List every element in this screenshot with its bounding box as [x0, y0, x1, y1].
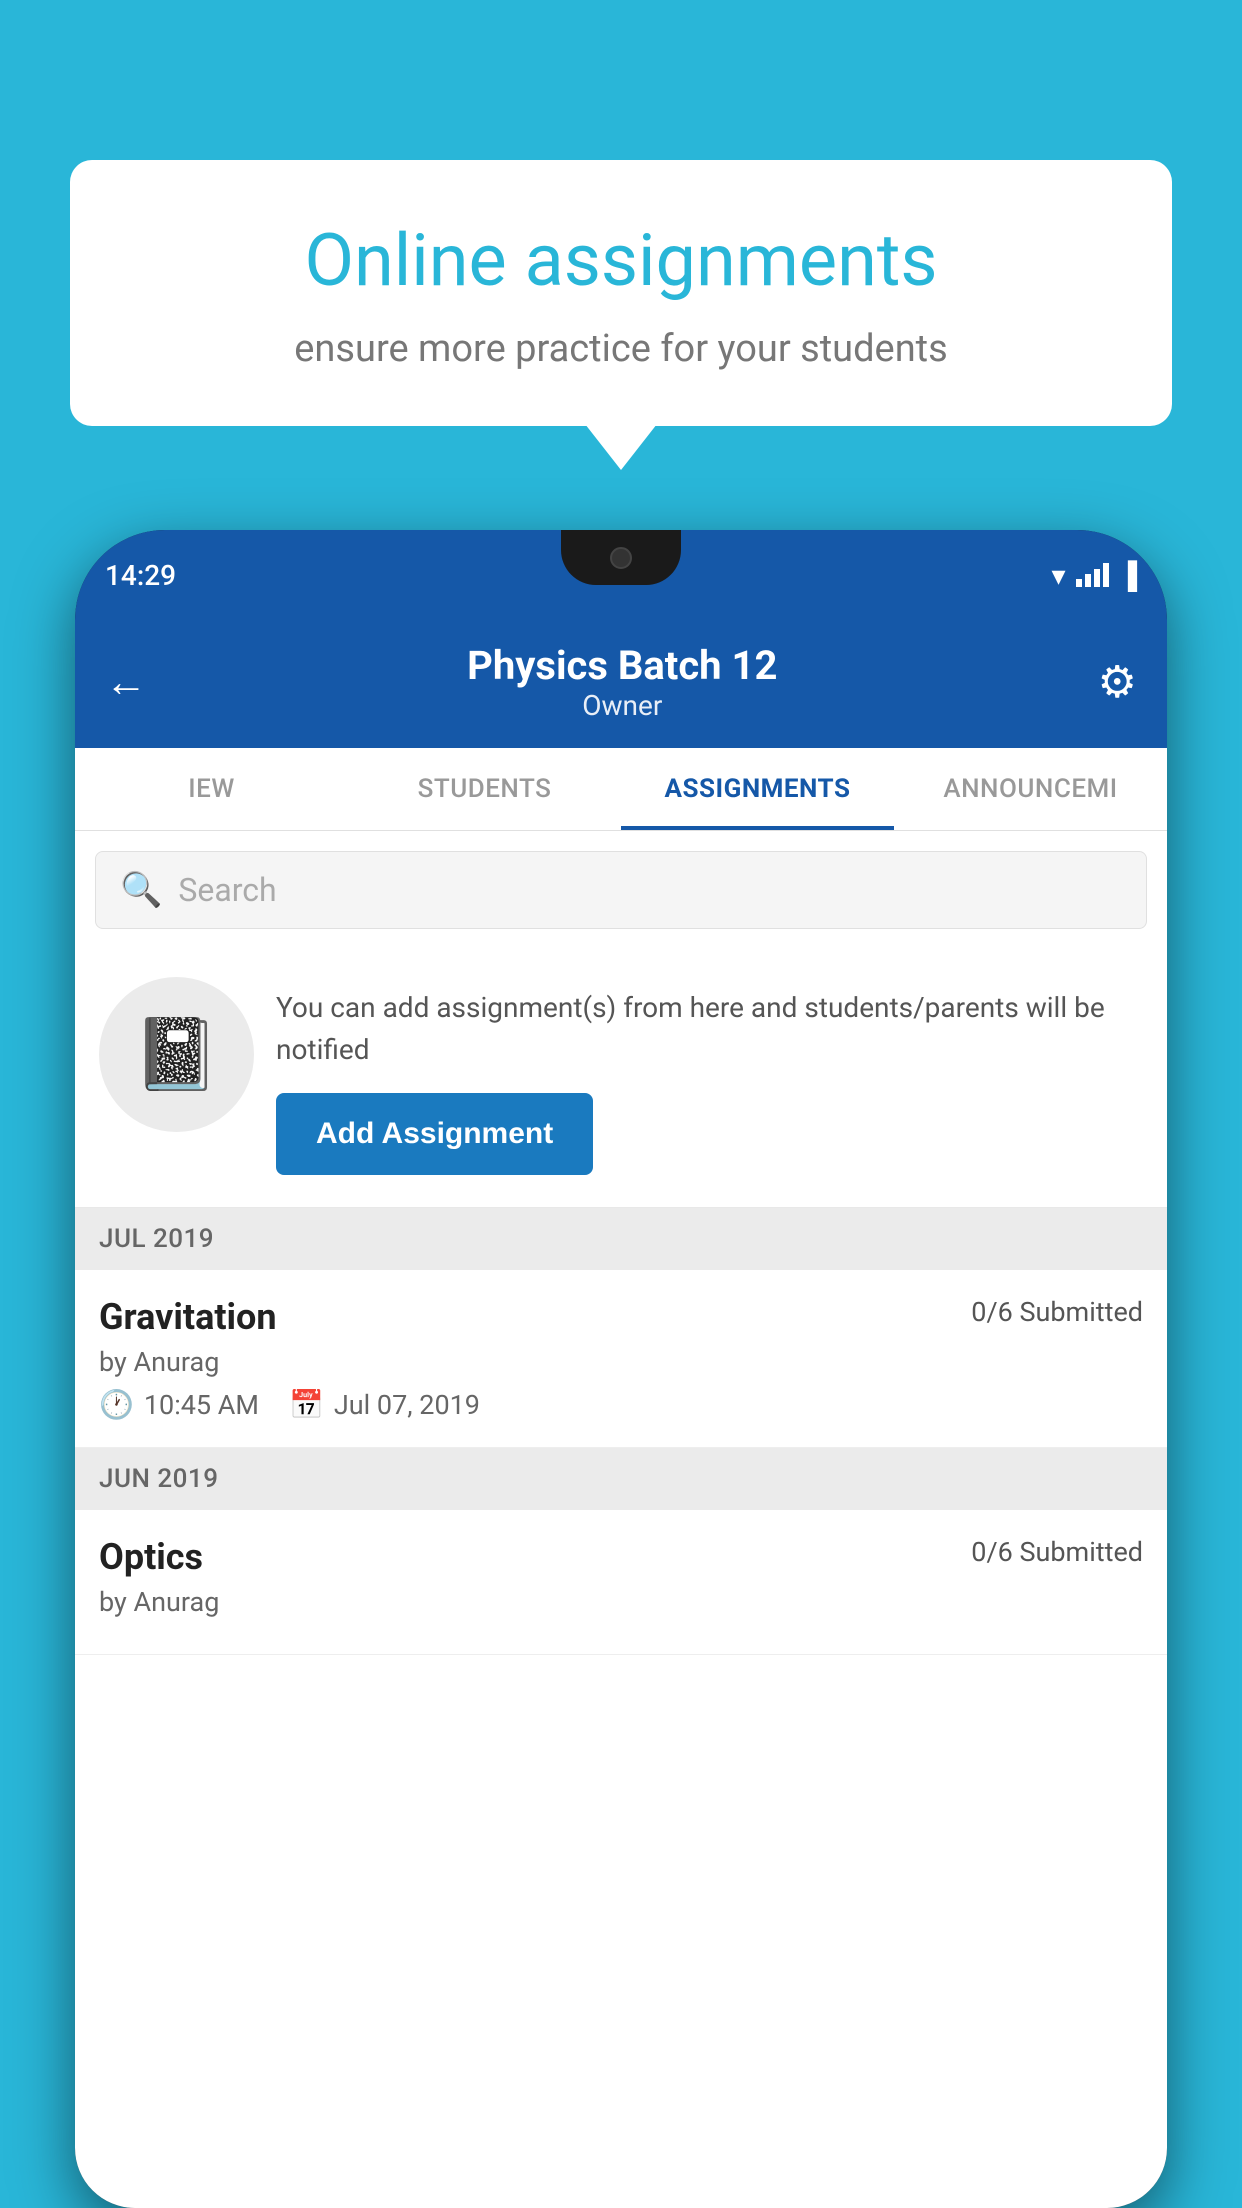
phone-notch [561, 530, 681, 585]
clock-icon: 🕐 [99, 1388, 134, 1421]
app-header: ← Physics Batch 12 Owner ⚙ [75, 620, 1167, 748]
tab-iew[interactable]: IEW [75, 748, 348, 830]
status-time: 14:29 [105, 559, 176, 592]
battery-icon: ▐ [1119, 560, 1137, 591]
header-title: Physics Batch 12 [467, 642, 777, 689]
signal-icon [1076, 563, 1109, 587]
promo-text-area: You can add assignment(s) from here and … [276, 977, 1143, 1175]
back-button[interactable]: ← [105, 658, 147, 707]
phone-screen: ← Physics Batch 12 Owner ⚙ IEW STUDENTS … [75, 620, 1167, 2208]
assignment-meta: 🕐 10:45 AM 📅 Jul 07, 2019 [99, 1388, 1143, 1421]
assignment-submitted-optics: 0/6 Submitted [971, 1536, 1143, 1568]
calendar-icon: 📅 [289, 1388, 324, 1421]
search-icon: 🔍 [120, 870, 162, 910]
assignment-submitted: 0/6 Submitted [971, 1296, 1143, 1328]
assignment-row-top-optics: Optics 0/6 Submitted [99, 1536, 1143, 1578]
speech-bubble-title: Online assignments [130, 220, 1112, 303]
assignment-name: Gravitation [99, 1296, 277, 1338]
promo-card: 📓 You can add assignment(s) from here an… [75, 949, 1167, 1208]
header-subtitle: Owner [467, 689, 777, 722]
assignment-row-top: Gravitation 0/6 Submitted [99, 1296, 1143, 1338]
meta-date: 📅 Jul 07, 2019 [289, 1388, 480, 1421]
assignment-time: 10:45 AM [144, 1389, 259, 1421]
camera-dot [610, 547, 632, 569]
meta-time: 🕐 10:45 AM [99, 1388, 259, 1421]
month-divider-jun: JUN 2019 [75, 1448, 1167, 1510]
assignment-item-optics[interactable]: Optics 0/6 Submitted by Anurag [75, 1510, 1167, 1655]
promo-icon-circle: 📓 [99, 977, 254, 1132]
wifi-icon: ▾ [1052, 559, 1066, 592]
search-bar[interactable]: 🔍 Search [95, 851, 1147, 929]
header-center: Physics Batch 12 Owner [467, 642, 777, 722]
promo-description: You can add assignment(s) from here and … [276, 987, 1143, 1071]
speech-bubble-subtitle: ensure more practice for your students [130, 327, 1112, 371]
settings-icon[interactable]: ⚙ [1098, 656, 1137, 708]
assignment-name-optics: Optics [99, 1536, 203, 1578]
add-assignment-button[interactable]: Add Assignment [276, 1093, 593, 1175]
speech-bubble-container: Online assignments ensure more practice … [70, 160, 1172, 426]
search-placeholder: Search [178, 871, 276, 909]
notebook-icon: 📓 [133, 1014, 220, 1096]
tabs-bar: IEW STUDENTS ASSIGNMENTS ANNOUNCEMI [75, 748, 1167, 831]
tab-announcements[interactable]: ANNOUNCEMI [894, 748, 1167, 830]
speech-bubble: Online assignments ensure more practice … [70, 160, 1172, 426]
tab-students[interactable]: STUDENTS [348, 748, 621, 830]
tab-assignments[interactable]: ASSIGNMENTS [621, 748, 894, 830]
phone-frame: 14:29 ▾ ▐ ← Physics Batch 12 Owner ⚙ [75, 530, 1167, 2208]
assignment-author: by Anurag [99, 1346, 1143, 1378]
search-bar-container: 🔍 Search [75, 831, 1167, 949]
status-bar: 14:29 ▾ ▐ [75, 530, 1167, 620]
month-divider-jul: JUL 2019 [75, 1208, 1167, 1270]
assignment-author-optics: by Anurag [99, 1586, 1143, 1618]
assignment-date: Jul 07, 2019 [334, 1389, 480, 1421]
assignment-item-gravitation[interactable]: Gravitation 0/6 Submitted by Anurag 🕐 10… [75, 1270, 1167, 1448]
status-icons: ▾ ▐ [1052, 559, 1137, 592]
